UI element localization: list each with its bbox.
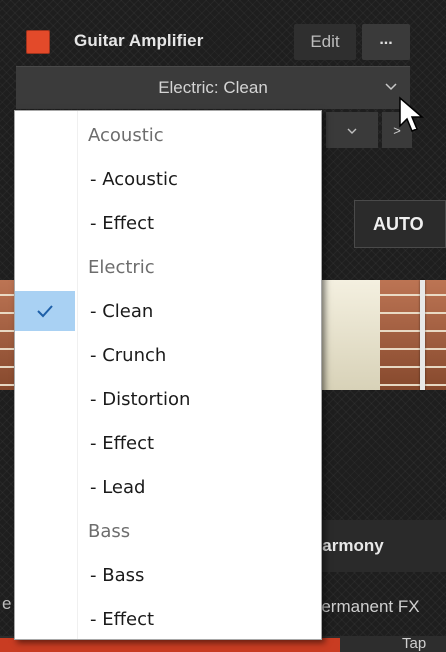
menu-item-label: - Distortion bbox=[90, 388, 191, 410]
sub-preset-dropdown[interactable] bbox=[326, 112, 378, 148]
menu-item-label: - Acoustic bbox=[90, 168, 178, 190]
menu-group-electric: Electric bbox=[15, 247, 321, 287]
menu-check-area bbox=[15, 203, 75, 243]
menu-check-area bbox=[15, 467, 75, 507]
menu-group-bass: Bass bbox=[15, 511, 321, 551]
preset-value: Electric: Clean bbox=[158, 78, 268, 97]
menu-item-bass[interactable]: - Bass bbox=[15, 555, 321, 595]
fretboard-nut bbox=[320, 280, 380, 390]
plugin-header: Guitar Amplifier Edit ... bbox=[16, 22, 410, 62]
preset-dropdown-menu: Acoustic - Acoustic - Effect Electric - … bbox=[14, 110, 322, 640]
bottom-accent-bar bbox=[0, 638, 340, 652]
auto-button[interactable]: AUTO bbox=[354, 200, 446, 248]
menu-check-area bbox=[15, 115, 75, 155]
menu-check-area bbox=[15, 555, 75, 595]
menu-group-label: Acoustic bbox=[88, 124, 164, 146]
menu-group-acoustic: Acoustic bbox=[15, 115, 321, 155]
menu-check-area bbox=[15, 599, 75, 639]
menu-item-lead[interactable]: - Lead bbox=[15, 467, 321, 507]
menu-check-area bbox=[15, 159, 75, 199]
menu-item-bass-effect[interactable]: - Effect bbox=[15, 599, 321, 639]
menu-check-area bbox=[15, 335, 75, 375]
menu-item-label: - Clean bbox=[90, 300, 154, 322]
fret-line bbox=[420, 280, 425, 390]
menu-item-clean[interactable]: - Clean bbox=[15, 291, 321, 331]
menu-item-label: - Crunch bbox=[90, 344, 167, 366]
menu-check-area bbox=[15, 247, 75, 287]
permanent-fx-label[interactable]: Permanent FX bbox=[306, 590, 446, 624]
menu-item-acoustic[interactable]: - Acoustic bbox=[15, 159, 321, 199]
menu-item-label: - Lead bbox=[90, 476, 146, 498]
menu-item-label: - Bass bbox=[90, 564, 145, 586]
power-toggle-button[interactable] bbox=[26, 30, 50, 54]
menu-item-acoustic-effect[interactable]: - Effect bbox=[15, 203, 321, 243]
plugin-title: Guitar Amplifier bbox=[74, 31, 204, 50]
left-edge-label: e bbox=[2, 594, 12, 613]
menu-group-label: Electric bbox=[88, 256, 155, 278]
menu-check-area bbox=[15, 423, 75, 463]
menu-item-electric-effect[interactable]: - Effect bbox=[15, 423, 321, 463]
edit-button[interactable]: Edit bbox=[294, 24, 356, 60]
preset-selector[interactable]: Electric: Clean bbox=[16, 66, 410, 109]
menu-item-crunch[interactable]: - Crunch bbox=[15, 335, 321, 375]
chevron-down-icon bbox=[346, 123, 358, 138]
mouse-cursor-icon bbox=[399, 96, 425, 132]
menu-check-area bbox=[15, 511, 75, 551]
chevron-down-icon bbox=[384, 79, 398, 95]
menu-check-area bbox=[15, 379, 75, 419]
checkmark-icon bbox=[37, 305, 53, 318]
more-options-button[interactable]: ... bbox=[362, 24, 410, 60]
harmony-tab[interactable]: Harmony bbox=[306, 520, 446, 572]
menu-item-label: - Effect bbox=[90, 212, 155, 234]
tap-tab-label[interactable]: Tap bbox=[402, 635, 426, 652]
menu-check-area bbox=[15, 291, 75, 331]
menu-item-label: - Effect bbox=[90, 432, 155, 454]
menu-group-label: Bass bbox=[88, 520, 131, 542]
menu-item-label: - Effect bbox=[90, 608, 155, 630]
menu-item-distortion[interactable]: - Distortion bbox=[15, 379, 321, 419]
